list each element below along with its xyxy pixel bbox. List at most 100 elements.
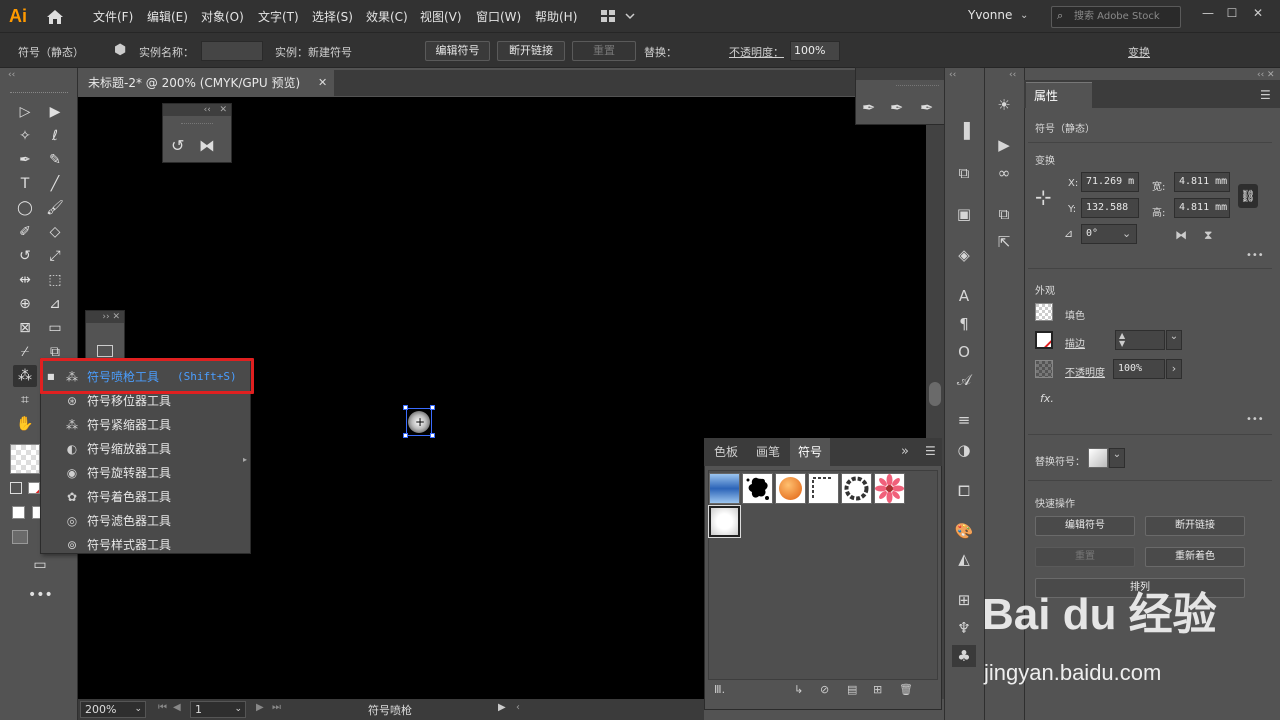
artboard-tool-icon[interactable]: ⌗: [13, 389, 37, 411]
tab-symbols[interactable]: 符号: [790, 438, 830, 466]
pen-icon[interactable]: ✒: [862, 98, 875, 117]
shape-builder-tool-icon[interactable]: ⊕: [13, 293, 37, 315]
y-input[interactable]: 132.588: [1081, 198, 1139, 218]
brushes-panel-icon[interactable]: ♆: [952, 617, 976, 639]
workspace-switcher-icon[interactable]: [600, 8, 636, 27]
perspective-grid-tool-icon[interactable]: ⊿: [43, 293, 67, 315]
fill-swatch[interactable]: [10, 444, 40, 474]
more-transform-button[interactable]: •••: [1246, 250, 1264, 261]
asset-export-icon[interactable]: ⧉: [992, 203, 1016, 225]
symbol-sprayer-tool-icon[interactable]: ⁂: [13, 365, 37, 387]
flyout-item-symbol-stainer[interactable]: ✿ 符号着色器工具: [41, 485, 250, 509]
flyout-item-symbol-sizer[interactable]: ◐ 符号缩放器工具: [41, 437, 250, 461]
close-window-button[interactable]: ✕: [1248, 4, 1268, 22]
free-transform-tool-icon[interactable]: ⬚: [43, 269, 67, 291]
color-panel-icon[interactable]: 🎨: [952, 520, 976, 542]
type-tool-icon[interactable]: T: [13, 173, 37, 195]
character-panel-icon[interactable]: A: [952, 285, 976, 307]
symbols-panel-icon[interactable]: ♣: [952, 645, 976, 667]
color-mode-icon[interactable]: [12, 506, 25, 519]
scale-tool-icon[interactable]: ⤢: [43, 245, 67, 267]
constrain-proportions-icon[interactable]: ⛓: [1238, 184, 1258, 208]
break-link-button[interactable]: 断开链接: [497, 41, 565, 61]
mesh-tool-icon[interactable]: ⊠: [13, 317, 37, 339]
collapse-dock-icon[interactable]: ‹‹: [949, 70, 956, 80]
user-chevron-icon[interactable]: ⌄: [1020, 10, 1028, 21]
magic-wand-tool-icon[interactable]: ✧: [13, 125, 37, 147]
x-input[interactable]: 71.269 m: [1081, 172, 1139, 192]
menu-view[interactable]: 视图(V): [420, 8, 462, 25]
tab-swatches[interactable]: 色板: [706, 438, 746, 466]
pathfinder-panel-icon[interactable]: ⧉: [952, 162, 976, 184]
symbol-blue-bar[interactable]: [709, 473, 740, 504]
swatches-panel-icon[interactable]: ⊞: [952, 589, 976, 611]
menu-select[interactable]: 选择(S): [312, 8, 353, 25]
props-recolor-button[interactable]: 重新着色: [1145, 547, 1245, 567]
artboards-panel-icon[interactable]: ⧠: [952, 480, 976, 502]
minimize-button[interactable]: —: [1198, 4, 1218, 22]
stroke-dropdown-icon[interactable]: ⌄: [1166, 330, 1182, 350]
direct-selection-tool-icon[interactable]: ▶: [43, 101, 67, 123]
replace-symbol-dropdown-icon[interactable]: ⌄: [1109, 448, 1125, 468]
prev-artboard-icon[interactable]: ◀: [173, 702, 181, 713]
tab-properties[interactable]: 属性: [1026, 82, 1092, 108]
delete-anchor-icon[interactable]: ✒: [920, 98, 933, 117]
width-tool-icon[interactable]: ⇹: [13, 269, 37, 291]
menu-file[interactable]: 文件(F): [93, 8, 133, 25]
glyphs-panel-icon[interactable]: 𝒜: [952, 369, 976, 391]
selection-handle[interactable]: [403, 405, 408, 410]
stock-search-input[interactable]: 搜索 Adobe Stock: [1051, 6, 1181, 28]
toolbar-grip[interactable]: [10, 92, 68, 94]
gradient-tool-icon[interactable]: ▭: [43, 317, 67, 339]
opacity-label[interactable]: 不透明度: [1065, 364, 1105, 379]
draw-normal-icon[interactable]: [12, 530, 28, 544]
selected-symbol-instance[interactable]: +: [406, 408, 432, 436]
eraser-tool-icon[interactable]: ◇: [43, 221, 67, 243]
next-artboard-icon[interactable]: ▶: [256, 702, 264, 713]
selection-handle[interactable]: [430, 433, 435, 438]
actions-panel-icon[interactable]: ▶: [992, 134, 1016, 156]
layers-panel-icon[interactable]: ◈: [952, 244, 976, 266]
menu-help[interactable]: 帮助(H): [535, 8, 577, 25]
width-input[interactable]: 4.811 mm: [1174, 172, 1230, 192]
document-tab[interactable]: 未标题-2* @ 200% (CMYK/GPU 预览): [78, 70, 334, 97]
tab-brushes[interactable]: 画笔: [748, 438, 788, 466]
default-colors-icon[interactable]: [10, 482, 22, 494]
menu-window[interactable]: 窗口(W): [476, 8, 521, 25]
flyout-item-symbol-screener[interactable]: ◎ 符号滤色器工具: [41, 509, 250, 533]
rotate-tool-icon[interactable]: ↺: [13, 245, 37, 267]
links-panel-icon[interactable]: ∞: [992, 162, 1016, 184]
replace-symbol-swatch[interactable]: [1088, 448, 1108, 468]
collapse-toolbar-icon[interactable]: ‹‹: [8, 70, 15, 80]
flip-vertical-icon[interactable]: ⧗: [1204, 228, 1212, 243]
menu-object[interactable]: 对象(O): [201, 8, 244, 25]
collapse-props-icon[interactable]: ‹‹ ✕: [1257, 70, 1275, 80]
menu-edit[interactable]: 编辑(E): [147, 8, 188, 25]
break-link-icon[interactable]: ⊘: [820, 683, 829, 696]
flyout-item-symbol-styler[interactable]: ⊚ 符号样式器工具: [41, 533, 250, 557]
selection-tool-icon[interactable]: ▷: [13, 101, 37, 123]
flip-horizontal-icon[interactable]: ⧓: [1175, 228, 1187, 242]
stroke-panel-icon[interactable]: ≡: [952, 409, 976, 431]
symbol-options-icon[interactable]: ▤: [847, 683, 857, 696]
stroke-label[interactable]: 描边: [1065, 335, 1085, 350]
screen-mode-icon[interactable]: ▭: [28, 554, 52, 576]
props-reset-button[interactable]: 重置: [1035, 547, 1135, 567]
hand-tool-icon[interactable]: ✋: [13, 413, 37, 435]
color-guide-icon[interactable]: ◭: [952, 548, 976, 570]
place-symbol-icon[interactable]: ↳: [794, 683, 803, 696]
stepper-icon[interactable]: ▲ ▼: [1119, 332, 1125, 348]
edit-toolbar-icon[interactable]: •••: [28, 584, 53, 606]
opentype-panel-icon[interactable]: O: [952, 341, 976, 363]
props-menu-icon[interactable]: ☰: [1260, 88, 1271, 102]
close-tab-button[interactable]: ✕: [318, 76, 327, 89]
stroke-swatch[interactable]: [1035, 331, 1053, 349]
curvature-tool-icon[interactable]: ✒: [13, 149, 37, 171]
rotate-icon[interactable]: ↺: [171, 136, 184, 155]
opacity-input[interactable]: 100%: [790, 41, 840, 61]
symbol-white-glow-selected[interactable]: [708, 505, 741, 538]
pen-tool-icon[interactable]: ✎: [43, 149, 67, 171]
opacity-label[interactable]: 不透明度：: [729, 44, 784, 60]
paragraph-panel-icon[interactable]: ¶: [952, 313, 976, 335]
transform-link[interactable]: 变换: [1128, 44, 1150, 60]
